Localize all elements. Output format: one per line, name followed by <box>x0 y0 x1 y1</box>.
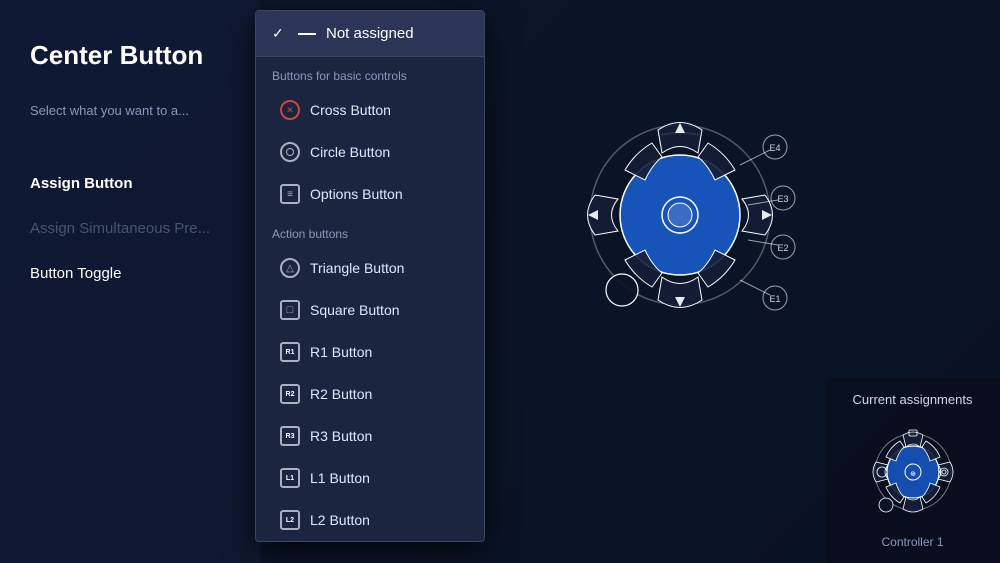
dropdown-item-l1[interactable]: L1 L1 Button <box>256 457 484 499</box>
dropdown-item-r3[interactable]: R3 R3 Button <box>256 415 484 457</box>
controller-area: E4 E3 E2 E1 <box>520 0 840 430</box>
square-label: Square Button <box>310 302 400 318</box>
circle-label: Circle Button <box>310 144 390 160</box>
square-icon: □ <box>280 300 300 320</box>
triangle-label: Triangle Button <box>310 260 404 276</box>
menu-item-assign-button[interactable]: Assign Button <box>30 161 230 206</box>
section-action-label: Action buttons <box>256 215 484 247</box>
circle-icon <box>280 142 300 162</box>
menu-item-button-toggle[interactable]: Button Toggle <box>30 251 230 296</box>
options-icon: ≡ <box>280 184 300 204</box>
cross-icon: ✕ <box>280 100 300 120</box>
dropdown-item-circle[interactable]: Circle Button <box>256 131 484 173</box>
dropdown-item-r1[interactable]: R1 R1 Button <box>256 331 484 373</box>
options-label: Options Button <box>310 186 403 202</box>
svg-text:E4: E4 <box>769 143 780 153</box>
svg-text:E2: E2 <box>777 243 788 253</box>
description-text: Select what you want to a... <box>30 101 230 121</box>
mini-controller-diagram: ⊕ <box>858 417 968 527</box>
r3-icon: R3 <box>280 426 300 446</box>
triangle-icon: △ <box>280 258 300 278</box>
checkmark-icon: ✓ <box>272 25 288 42</box>
l2-label: L2 Button <box>310 512 370 528</box>
section-basic-label: Buttons for basic controls <box>256 57 484 89</box>
current-assignments-panel: Current assignments ⊕ Controller 1 <box>825 378 1000 563</box>
svg-text:⊕: ⊕ <box>910 471 916 478</box>
svg-text:E3: E3 <box>777 194 788 204</box>
dropdown-item-triangle[interactable]: △ Triangle Button <box>256 247 484 289</box>
assignments-subtitle: Controller 1 <box>881 535 943 549</box>
svg-text:E1: E1 <box>769 294 780 304</box>
dash-icon <box>298 33 316 35</box>
page-title: Center Button <box>30 40 230 71</box>
cross-label: Cross Button <box>310 102 391 118</box>
controller-diagram: E4 E3 E2 E1 <box>550 85 810 345</box>
dropdown-item-options[interactable]: ≡ Options Button <box>256 173 484 215</box>
r1-icon: R1 <box>280 342 300 362</box>
selected-label: Not assigned <box>326 25 414 42</box>
dropdown-item-square[interactable]: □ Square Button <box>256 289 484 331</box>
r2-label: R2 Button <box>310 386 372 402</box>
menu-item-assign-simultaneous: Assign Simultaneous Pre... <box>30 206 230 251</box>
assignments-title: Current assignments <box>853 392 973 407</box>
left-panel: Center Button Select what you want to a.… <box>0 0 260 563</box>
l2-icon: L2 <box>280 510 300 530</box>
dropdown-item-l2[interactable]: L2 L2 Button <box>256 499 484 541</box>
r1-label: R1 Button <box>310 344 372 360</box>
dropdown-item-cross[interactable]: ✕ Cross Button <box>256 89 484 131</box>
l1-icon: L1 <box>280 468 300 488</box>
r2-icon: R2 <box>280 384 300 404</box>
dropdown-menu[interactable]: ✓ Not assigned Buttons for basic control… <box>255 10 485 542</box>
l1-label: L1 Button <box>310 470 370 486</box>
dropdown-item-r2[interactable]: R2 R2 Button <box>256 373 484 415</box>
dropdown-selected-item[interactable]: ✓ Not assigned <box>256 11 484 57</box>
r3-label: R3 Button <box>310 428 372 444</box>
